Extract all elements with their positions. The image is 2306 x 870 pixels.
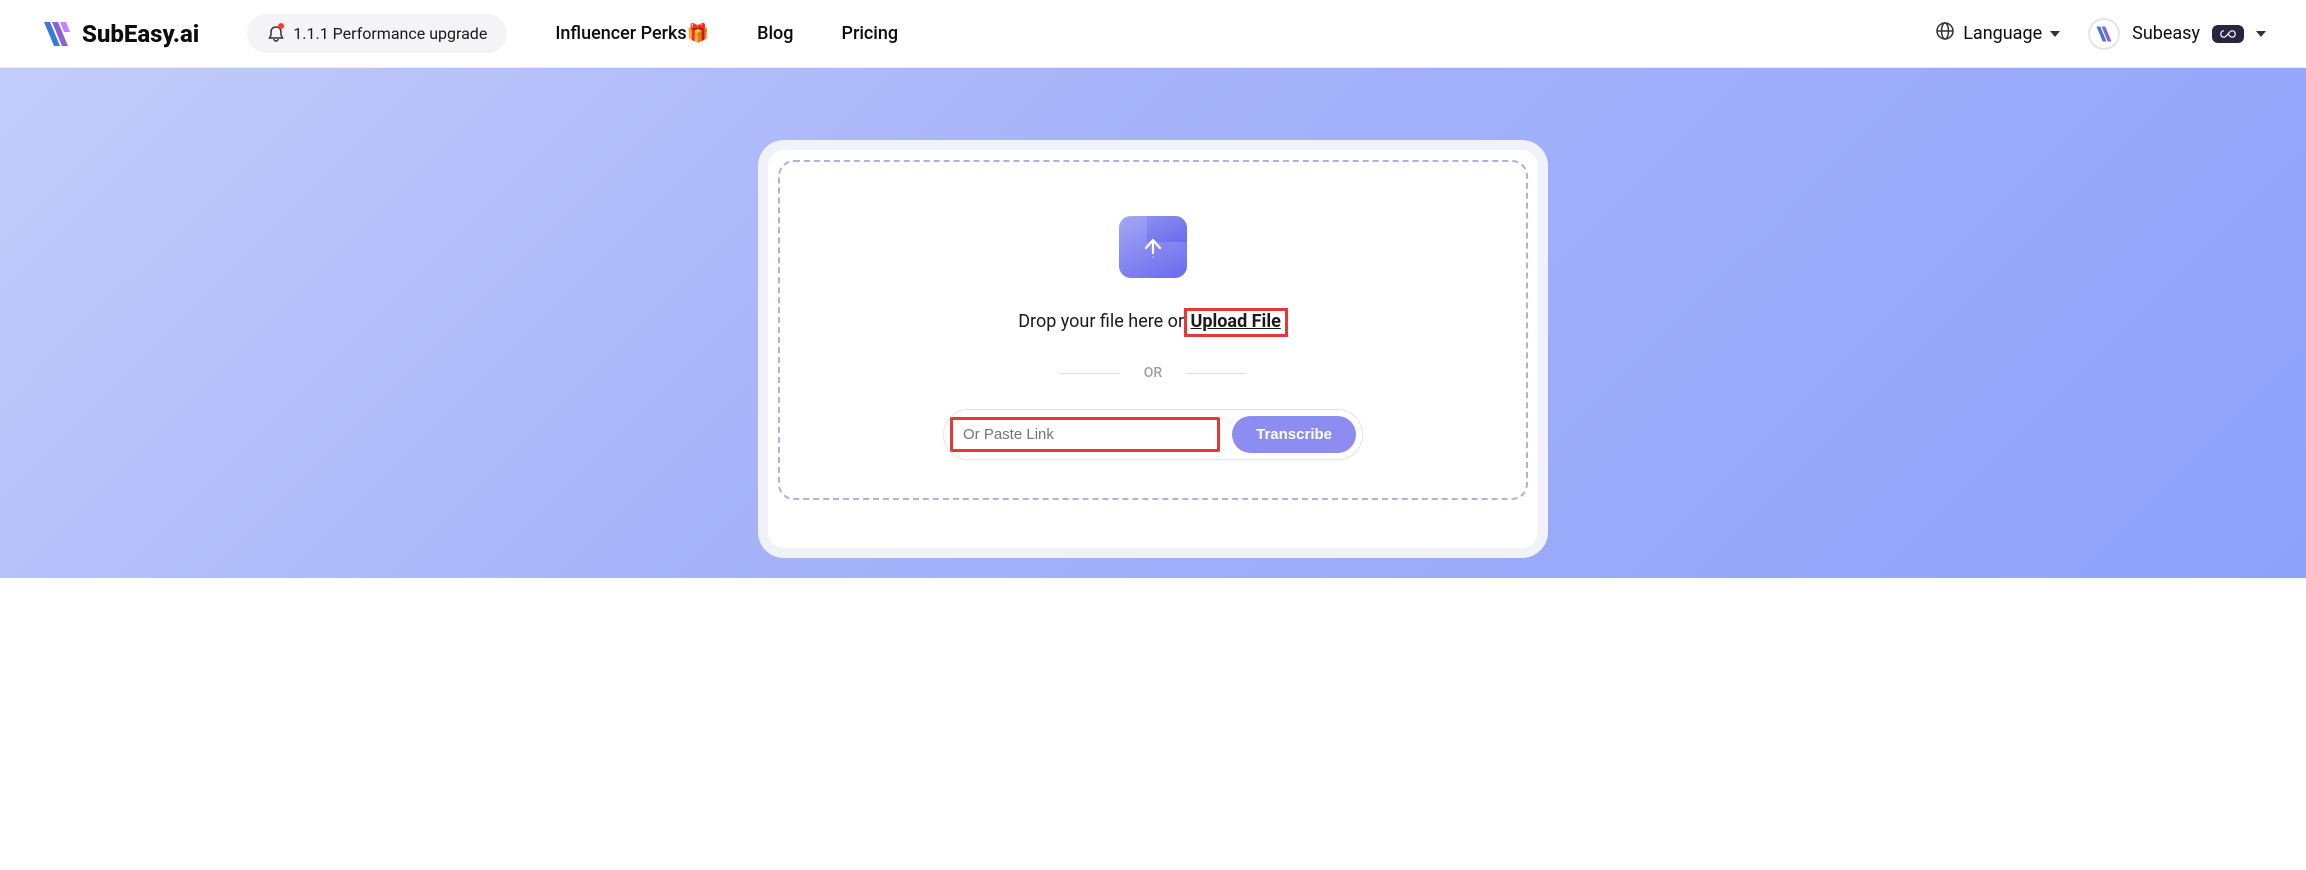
- upload-folder-icon: [1119, 216, 1187, 278]
- upload-file-highlight: Upload File: [1184, 308, 1288, 337]
- paste-link-row: Transcribe: [943, 409, 1363, 460]
- drop-zone[interactable]: Drop your file here or Upload File OR Tr…: [778, 160, 1528, 500]
- nav-pricing[interactable]: Pricing: [841, 23, 898, 44]
- upload-file-link[interactable]: Upload File: [1191, 311, 1281, 332]
- user-name: Subeasy: [2132, 23, 2200, 44]
- logo-text: SubEasy.ai: [82, 20, 199, 48]
- globe-icon: [1935, 21, 1955, 46]
- chevron-down-icon: [2256, 31, 2266, 37]
- avatar: [2088, 18, 2120, 50]
- notification-pill[interactable]: 1.1.1 Performance upgrade: [247, 14, 507, 53]
- notification-text: 1.1.1 Performance upgrade: [293, 24, 487, 43]
- logo[interactable]: SubEasy.ai: [40, 18, 199, 50]
- gift-icon: 🎁: [687, 23, 709, 44]
- or-separator: OR: [820, 365, 1486, 381]
- nav-influencer-perks[interactable]: Influencer Perks🎁: [555, 23, 709, 44]
- logo-icon: [40, 18, 72, 50]
- user-menu[interactable]: Subeasy: [2088, 18, 2266, 50]
- transcribe-button[interactable]: Transcribe: [1232, 416, 1356, 453]
- language-label: Language: [1963, 23, 2042, 44]
- language-select[interactable]: Language: [1935, 21, 2060, 46]
- bell-icon: [267, 25, 285, 43]
- header: SubEasy.ai 1.1.1 Performance upgrade Inf…: [0, 0, 2306, 68]
- paste-input-highlight: [950, 417, 1220, 452]
- nav: Influencer Perks🎁 Blog Pricing: [555, 23, 898, 44]
- nav-blog[interactable]: Blog: [757, 23, 793, 44]
- hero-section: Drop your file here or Upload File OR Tr…: [0, 68, 2306, 578]
- arrow-up-icon: [1143, 237, 1163, 263]
- paste-link-input[interactable]: [953, 420, 1217, 449]
- plan-badge-icon: [2212, 25, 2244, 43]
- drop-text: Drop your file here or Upload File: [820, 308, 1486, 337]
- chevron-down-icon: [2050, 31, 2060, 37]
- upload-card: Drop your file here or Upload File OR Tr…: [758, 140, 1548, 558]
